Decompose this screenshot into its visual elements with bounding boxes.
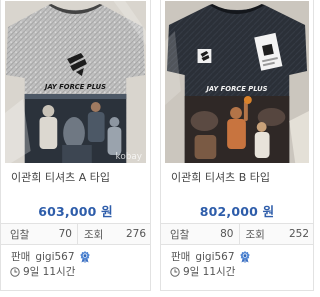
- product-photo: JAY FORCE PLUS kobay: [5, 1, 146, 163]
- listing-price: 802,000 원: [199, 204, 275, 219]
- listing-price: 603,000 원: [38, 204, 113, 219]
- shirt-photo-print: [24, 94, 127, 163]
- seller-label: 판매: [171, 251, 191, 263]
- view-count-stat: 조회 252: [238, 224, 314, 244]
- rosette-badge-icon: [239, 251, 250, 263]
- view-count-label: 조회: [84, 228, 104, 241]
- listing-card[interactable]: JAY FORCE PLUS 이관희 티셔츠 B 타입 802,000 원 입찰…: [160, 0, 314, 291]
- rosette-badge-icon: [79, 251, 90, 263]
- shirt-photo-print: [184, 96, 290, 163]
- bid-count-stat: 입찰 70: [1, 224, 77, 244]
- watermark-text: kobay: [116, 152, 143, 162]
- time-remaining: 9일 11시간: [170, 265, 235, 279]
- bid-count-value: 80: [220, 228, 234, 240]
- time-remaining: 9일 11시간: [10, 265, 75, 279]
- listing-title[interactable]: 이관희 티셔츠 B 타입: [171, 171, 307, 185]
- listing-card[interactable]: JAY FORCE PLUS kobay 이관희 티셔츠 A 타입 603,00…: [0, 0, 151, 291]
- view-count-label: 조회: [245, 228, 265, 241]
- shirt-print-text: JAY FORCE PLUS: [43, 83, 106, 91]
- view-count-stat: 조회 276: [77, 224, 150, 244]
- shirt-logo: [197, 49, 212, 63]
- time-remaining-value: 9일 11시간: [183, 266, 236, 278]
- seller-name[interactable]: gigi567: [35, 250, 74, 264]
- seller-name[interactable]: gigi567: [195, 250, 234, 264]
- listing-stats: 입찰 80 조회 252: [161, 223, 313, 245]
- product-photo: JAY FORCE PLUS: [165, 1, 309, 163]
- clock-icon: [170, 267, 180, 277]
- view-count-value: 276: [125, 228, 146, 240]
- bid-count-label: 입찰: [10, 228, 30, 241]
- bid-count-stat: 입찰 80: [161, 224, 239, 244]
- listing-stats: 입찰 70 조회 276: [1, 223, 150, 245]
- listing-title[interactable]: 이관희 티셔츠 A 타입: [11, 171, 144, 185]
- clock-icon: [10, 267, 20, 277]
- seller-info: 판매 gigi567: [11, 250, 90, 264]
- product-image[interactable]: JAY FORCE PLUS kobay: [5, 1, 146, 163]
- product-image[interactable]: JAY FORCE PLUS: [165, 1, 309, 163]
- bid-count-value: 70: [58, 228, 72, 240]
- seller-info: 판매 gigi567: [171, 250, 250, 264]
- seller-label: 판매: [11, 251, 31, 263]
- shirt-print-text: JAY FORCE PLUS: [204, 85, 267, 93]
- view-count-value: 252: [288, 228, 309, 240]
- bid-count-label: 입찰: [170, 228, 190, 241]
- time-remaining-value: 9일 11시간: [23, 266, 76, 278]
